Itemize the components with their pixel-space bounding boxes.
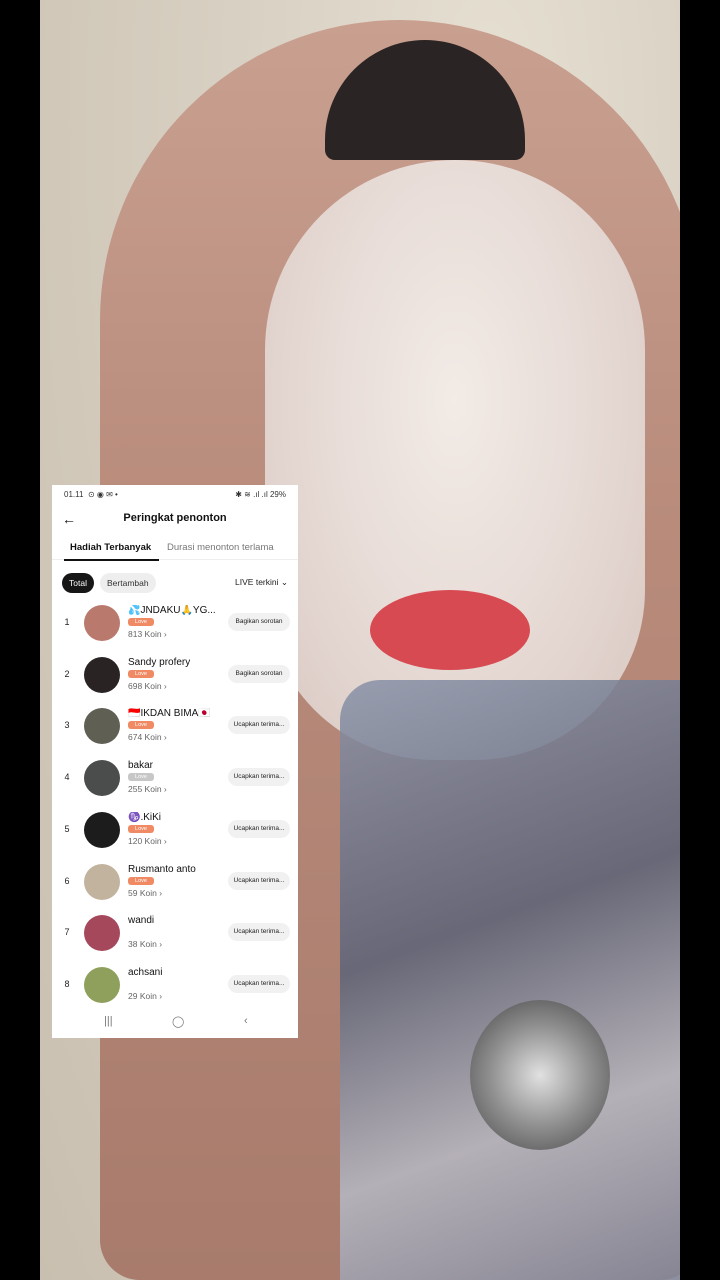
android-nav-bar: ||| ◯ ‹ bbox=[52, 1013, 298, 1033]
love-badge: Love bbox=[128, 618, 154, 626]
table-row[interactable]: 2 Sandy profery Love 698 Koin › Bagikan soro… bbox=[52, 653, 298, 701]
row-action-button[interactable]: Ucapkan terima... bbox=[228, 819, 290, 838]
rank-number: 3 bbox=[64, 720, 70, 731]
row-action-button[interactable]: Ucapkan terima... bbox=[228, 716, 290, 735]
table-row[interactable]: 1 💦JNDAKU🙏YG... Love 813 Koin › Bagikan soro… bbox=[52, 601, 298, 649]
avatar[interactable] bbox=[84, 863, 120, 900]
rank-number: 6 bbox=[64, 875, 70, 886]
coin-count[interactable]: 255 Koin › bbox=[128, 784, 167, 794]
coin-count[interactable]: 698 Koin › bbox=[128, 681, 167, 691]
rank-number: 4 bbox=[64, 772, 70, 783]
avatar[interactable] bbox=[84, 605, 120, 641]
row-action-button[interactable]: Bagikan sorotan bbox=[228, 613, 290, 631]
rank-number: 5 bbox=[64, 823, 70, 834]
live-session-dropdown[interactable]: LIVE terkini ⌄ bbox=[235, 577, 288, 588]
signal-icon: ✱ ≋ .ıl .ıl bbox=[235, 490, 268, 499]
row-action-button[interactable]: Ucapkan terima... bbox=[228, 974, 290, 993]
avatar[interactable] bbox=[84, 708, 120, 745]
dress-shape bbox=[340, 680, 680, 1280]
rank-number: 1 bbox=[64, 617, 70, 627]
love-badge bbox=[128, 928, 154, 937]
coin-count[interactable]: 29 Koin › bbox=[128, 991, 162, 1001]
system-icons: ✱ ≋ .ıl .ıl 29% bbox=[235, 490, 286, 499]
rank-number: 2 bbox=[64, 668, 70, 679]
table-row[interactable]: 5 ♑.KiKi Love 120 Koin › Ucapkan terima... bbox=[52, 808, 298, 856]
increase-filter-chip[interactable]: Bertambah bbox=[100, 573, 156, 593]
avatar[interactable] bbox=[84, 966, 120, 1003]
lips-shape bbox=[370, 590, 530, 670]
table-row[interactable]: 3 🇮🇩IKDAN BIMA🇯🇵 Love 674 Koin › Ucapkan ter… bbox=[52, 704, 298, 752]
recent-apps-icon[interactable]: ||| bbox=[104, 1015, 113, 1027]
table-row[interactable]: 7 wandi 38 Koin › Ucapkan terima... bbox=[52, 911, 298, 959]
battery-text: 29% bbox=[269, 490, 286, 499]
coin-count[interactable]: 120 Koin › bbox=[128, 836, 167, 846]
notification-icons: ⊙ ◉ ✉ • bbox=[88, 490, 118, 499]
table-row[interactable]: 4 bakar Love 255 Koin › Ucapkan terima... bbox=[52, 756, 298, 804]
love-badge: Love bbox=[128, 773, 154, 782]
back-nav-icon[interactable]: ‹ bbox=[244, 1015, 248, 1027]
ranking-tabs: Hadiah Terbanyak Durasi menonton terlama bbox=[52, 539, 298, 561]
love-badge: Love bbox=[128, 876, 154, 885]
total-filter-chip[interactable]: Total bbox=[62, 573, 94, 593]
viewer-ranking-screenshot: 01.11 ⊙ ◉ ✉ • ✱ ≋ .ıl .ıl 29% ← Peringka… bbox=[52, 485, 298, 1038]
ranking-header: ← Peringkat penonton bbox=[52, 505, 298, 531]
page-title: Peringkat penonton bbox=[123, 512, 227, 524]
avatar[interactable] bbox=[84, 656, 120, 693]
tab-longest-watch[interactable]: Durasi menonton terlama bbox=[167, 542, 274, 553]
viewer-name[interactable]: bakar bbox=[128, 760, 153, 771]
rank-number: 7 bbox=[64, 927, 70, 938]
coin-count[interactable]: 38 Koin › bbox=[128, 939, 162, 949]
viewer-name[interactable]: ♑.KiKi bbox=[128, 812, 161, 823]
status-time: 01.11 bbox=[64, 490, 84, 499]
avatar[interactable] bbox=[84, 811, 120, 848]
row-action-button[interactable]: Ucapkan terima... bbox=[228, 871, 290, 890]
viewer-name[interactable]: 💦JNDAKU🙏YG... bbox=[128, 605, 216, 616]
brooch-shape bbox=[470, 1000, 610, 1150]
coin-count[interactable]: 674 Koin › bbox=[128, 732, 167, 742]
row-action-button[interactable]: Bagikan sorotan bbox=[228, 664, 290, 683]
viewer-name[interactable]: Sandy profery bbox=[128, 657, 190, 668]
table-row[interactable]: 8 achsani 29 Koin › Ucapkan terima... bbox=[52, 963, 298, 1011]
filter-chips: Total Bertambah LIVE terkini ⌄ bbox=[62, 573, 288, 593]
avatar[interactable] bbox=[84, 915, 120, 952]
home-icon[interactable]: ◯ bbox=[172, 1015, 184, 1028]
viewer-name[interactable]: 🇮🇩IKDAN BIMA🇯🇵 bbox=[128, 708, 211, 719]
love-badge: Love bbox=[128, 824, 154, 833]
table-row[interactable]: 6 Rusmanto anto Love 59 Koin › Ucapkan terim… bbox=[52, 860, 298, 908]
coin-count[interactable]: 59 Koin › bbox=[128, 888, 162, 898]
row-action-button[interactable]: Ucapkan terima... bbox=[228, 923, 290, 942]
rank-number: 8 bbox=[64, 978, 70, 989]
love-badge: Love bbox=[128, 669, 154, 678]
viewer-name[interactable]: wandi bbox=[128, 915, 154, 926]
tab-most-gifts[interactable]: Hadiah Terbanyak bbox=[63, 542, 160, 561]
viewer-name[interactable]: Rusmanto anto bbox=[128, 864, 196, 875]
coin-count[interactable]: 813 Koin › bbox=[128, 629, 167, 639]
avatar[interactable] bbox=[84, 760, 120, 797]
row-action-button[interactable]: Ucapkan terima... bbox=[228, 768, 290, 787]
viewer-name[interactable]: achsani bbox=[128, 967, 162, 978]
face-shape bbox=[265, 160, 645, 760]
status-bar: 01.11 ⊙ ◉ ✉ • ✱ ≋ .ıl .ıl 29% bbox=[64, 490, 286, 502]
love-badge bbox=[128, 979, 154, 988]
love-badge: Love bbox=[128, 721, 154, 730]
